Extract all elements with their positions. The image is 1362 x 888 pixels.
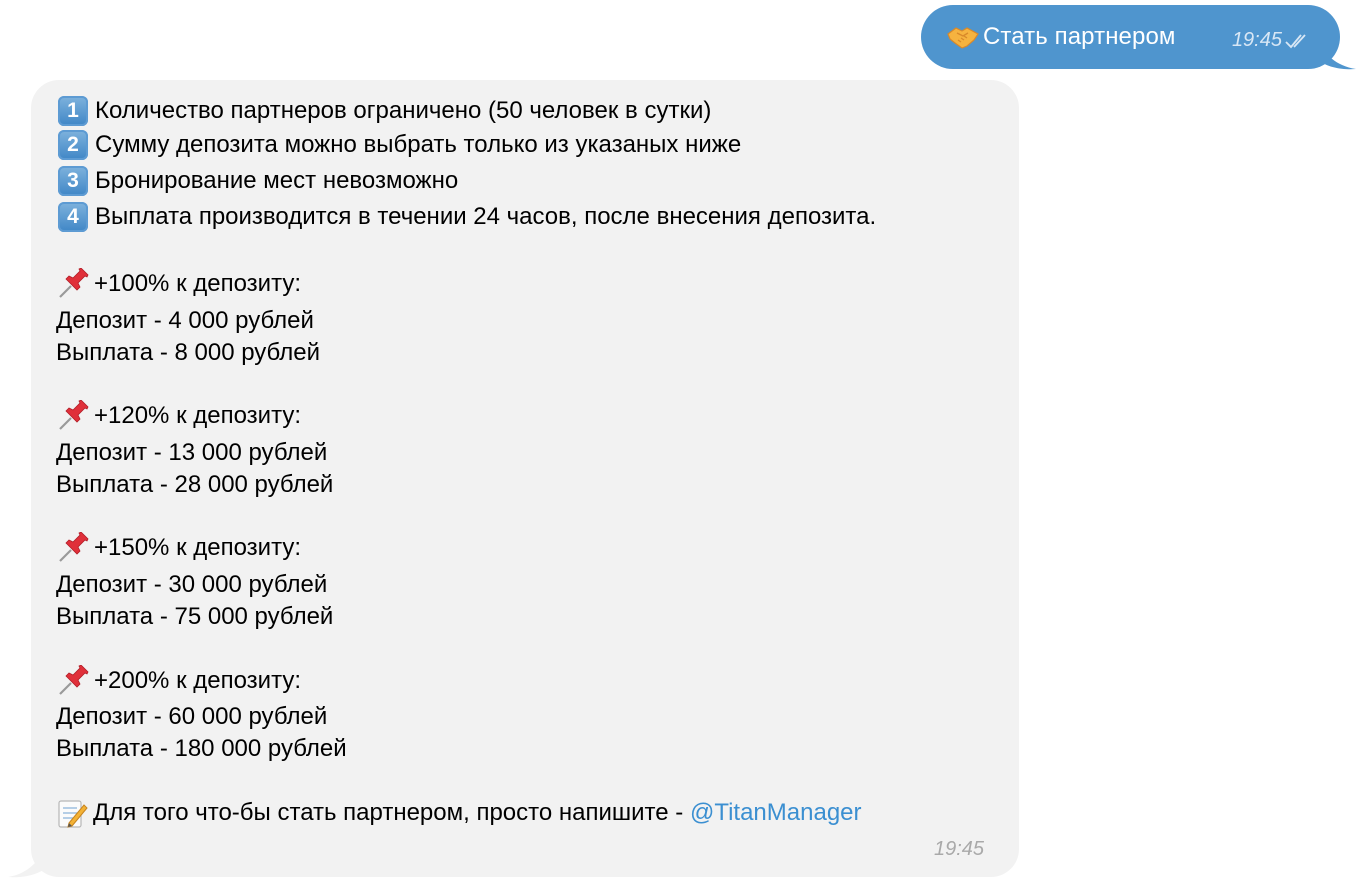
outgoing-message-time: 19:45 <box>1231 29 1282 51</box>
plan-deposit: Депозит - 30 000 рублей <box>56 571 328 598</box>
pushpin-icon <box>59 665 89 695</box>
plan-deposit: Депозит - 13 000 рублей <box>56 439 328 466</box>
plan-title: +200% к депозиту: <box>56 665 301 697</box>
plan-title: +100% к депозиту: <box>56 268 301 300</box>
outgoing-message-text: Стать партнером <box>983 23 1176 50</box>
plan-payout: Выплата - 28 000 рублей <box>56 471 334 498</box>
pushpin-icon <box>59 400 89 430</box>
outgoing-message-meta: 19:45 <box>1232 29 1312 52</box>
rule-text: Сумму депозита можно выбрать только из у… <box>95 131 742 158</box>
keycap-3-icon: 3 <box>58 166 88 196</box>
rule-line-1: 1 Количество партнеров ограничено (50 че… <box>56 95 711 127</box>
chat-area: Стать партнером 19:45 1 Количество партн… <box>0 0 1362 888</box>
rule-text: Бронирование мест невозможно <box>95 167 459 194</box>
plan-payout: Выплата - 180 000 рублей <box>56 735 347 762</box>
plan-title-text: +200% к депозиту: <box>94 667 301 694</box>
plan-title-text: +120% к депозиту: <box>94 402 301 429</box>
plan-title: +120% к депозиту: <box>56 400 301 432</box>
rule-line-4: 4 Выплата производится в течении 24 часо… <box>56 201 876 233</box>
incoming-message-time: 19:45 <box>934 838 985 860</box>
pushpin-icon <box>59 268 89 298</box>
keycap-2-icon: 2 <box>58 130 88 160</box>
plan-deposit: Депозит - 4 000 рублей <box>56 307 314 334</box>
pushpin-icon <box>59 532 89 562</box>
plan-title-text: +100% к депозиту: <box>94 270 301 297</box>
rule-text: Количество партнеров ограничено (50 чело… <box>95 97 712 124</box>
plan-payout: Выплата - 8 000 рублей <box>56 339 320 366</box>
plan-deposit: Депозит - 60 000 рублей <box>56 703 328 730</box>
rule-text: Выплата производится в течении 24 часов,… <box>95 203 877 230</box>
handshake-icon <box>947 27 979 49</box>
rule-line-2: 2 Сумму депозита можно выбрать только из… <box>56 129 741 161</box>
manager-mention-link[interactable]: @TitanManager <box>690 797 862 829</box>
rule-line-3: 3 Бронирование мест невозможно <box>56 165 458 197</box>
keycap-1-icon: 1 <box>58 96 88 126</box>
keycap-4-icon: 4 <box>58 202 88 232</box>
double-check-icon <box>1285 33 1306 48</box>
outgoing-message[interactable]: Стать партнером 19:45 <box>921 5 1340 69</box>
memo-icon <box>58 800 88 828</box>
plan-title-text: +150% к депозиту: <box>94 534 301 561</box>
plan-payout: Выплата - 75 000 рублей <box>56 603 334 630</box>
plan-title: +150% к депозиту: <box>56 532 301 564</box>
footer-text: Для того что-бы стать партнером, просто … <box>93 799 690 826</box>
footer-line: Для того что-бы стать партнером, просто … <box>56 797 862 829</box>
